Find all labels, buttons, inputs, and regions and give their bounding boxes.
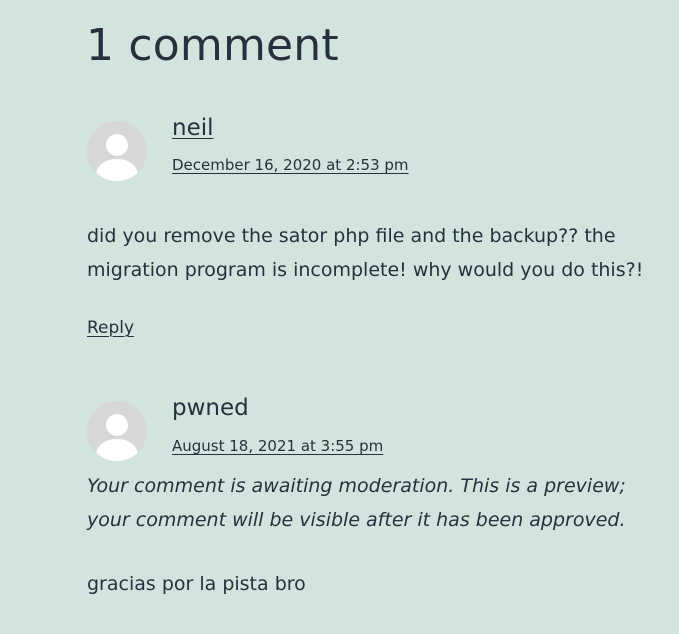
reply-link[interactable]: Reply <box>87 318 134 338</box>
moderation-notice: Your comment is awaiting moderation. Thi… <box>87 475 626 531</box>
comment-date-link[interactable]: August 18, 2021 at 3:55 pm <box>172 437 383 455</box>
comment-body: did you remove the sator php file and th… <box>87 225 644 281</box>
default-user-avatar-icon <box>87 401 147 461</box>
default-user-avatar-icon <box>87 121 147 181</box>
comment-author-link[interactable]: neil <box>172 115 214 143</box>
comment-author: pwned <box>172 395 249 421</box>
comment-body: gracias por la pista bro <box>87 573 306 595</box>
comment-date-link[interactable]: December 16, 2020 at 2:53 pm <box>172 156 409 174</box>
comments-title: 1 comment <box>86 20 339 71</box>
